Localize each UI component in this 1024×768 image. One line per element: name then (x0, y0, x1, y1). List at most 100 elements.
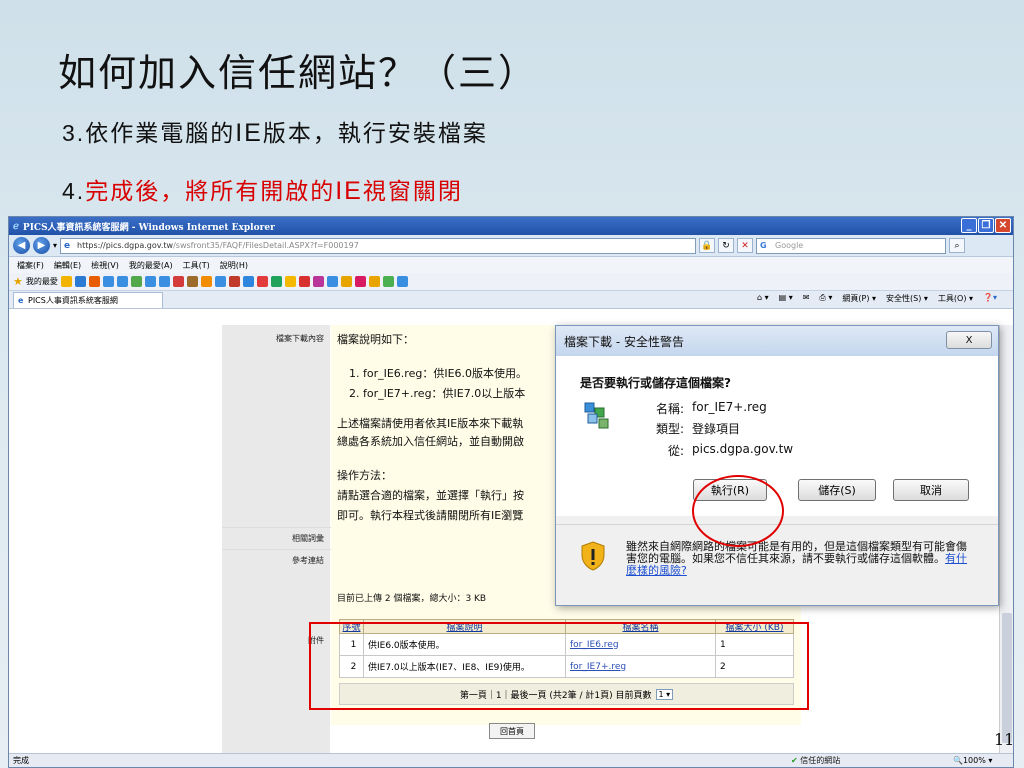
favorite-icon[interactable] (116, 276, 128, 287)
registry-file-icon (584, 402, 609, 429)
stop-icon[interactable]: ✕ (737, 238, 754, 253)
command-tools[interactable]: 工具(O) ▾ (938, 293, 973, 304)
highlight-ellipse (692, 475, 784, 547)
menu-tools[interactable]: 工具(T) (183, 260, 210, 271)
minimize-button[interactable]: _ (961, 218, 977, 233)
url-input[interactable]: https://pics.dgpa.gov.tw/swsfront35/FAQF… (60, 237, 697, 254)
type-label: 類型: (655, 422, 684, 436)
help-icon[interactable]: ❓▾ (983, 293, 997, 304)
status-bar: 完成 信任的網站 🔍100% ▾ (9, 753, 1013, 767)
favorite-icon[interactable] (172, 276, 184, 287)
restore-button[interactable]: ❐ (978, 218, 994, 233)
cancel-button[interactable]: 取消 (893, 479, 969, 501)
upload-summary: 目前已上傳 2 個檔案，總大小：3 KB (337, 594, 487, 604)
search-input[interactable]: Google (756, 237, 947, 254)
menu-favorites[interactable]: 我的最愛(A) (129, 260, 173, 271)
favorite-icon[interactable] (200, 276, 212, 287)
favorite-icon[interactable] (256, 276, 268, 287)
favorite-icon[interactable] (144, 276, 156, 287)
history-dropdown-icon[interactable]: ▾ (53, 241, 57, 250)
window-title: PICS人事資訊系統客服網 - Windows Internet Explore… (22, 222, 275, 233)
window-controls: _ ❐ ✕ (961, 218, 1011, 233)
menu-help[interactable]: 說明(H) (220, 260, 248, 271)
security-zone[interactable]: 信任的網站 (791, 755, 840, 766)
command-safety[interactable]: 安全性(S) ▾ (886, 293, 928, 304)
favorite-icon[interactable] (228, 276, 240, 287)
step-4-text-b: 視窗關閉 (362, 179, 463, 205)
favorite-icon[interactable] (214, 276, 226, 287)
favorite-icon[interactable] (102, 276, 114, 287)
home-icon[interactable]: ⌂ ▾ (757, 293, 769, 304)
menu-view[interactable]: 檢視(V) (91, 260, 119, 271)
favorite-icon[interactable] (298, 276, 310, 287)
favorite-icon[interactable] (354, 276, 366, 287)
zoom-level[interactable]: 🔍100% ▾ (953, 756, 992, 765)
favorite-icon[interactable] (60, 276, 72, 287)
print-icon[interactable]: ⎙ ▾ (819, 293, 832, 304)
favorite-icon[interactable] (130, 276, 142, 287)
feeds-icon[interactable]: ▤ ▾ (779, 293, 793, 304)
ie-logo-icon: ℯ (13, 220, 19, 232)
status-text: 完成 (13, 756, 29, 765)
forward-button[interactable]: ▶ (33, 237, 50, 254)
name-label: 名稱: (655, 402, 684, 416)
menu-bar: 檔案(F) 編輯(E) 檢視(V) 我的最愛(A) 工具(T) 說明(H) (9, 257, 1013, 273)
dialog-question: 是否要執行或儲存這個檔案? (580, 376, 731, 390)
favorite-icon[interactable] (158, 276, 170, 287)
security-warning-dialog: 檔案下載 - 安全性警告 X 是否要執行或儲存這個檔案? 名稱: for_IE7… (555, 325, 999, 606)
window-titlebar: ℯ PICS人事資訊系統客服網 - Windows Internet Explo… (9, 217, 1013, 235)
dialog-footer: 雖然來自網際網路的檔案可能是有用的，但是這個檔案類型有可能會傷害您的電腦。如果您… (556, 524, 998, 604)
zoom-value: 100% (962, 756, 986, 765)
favorite-icon[interactable] (326, 276, 338, 287)
dialog-title: 檔案下載 - 安全性警告 (564, 334, 684, 349)
menu-edit[interactable]: 編輯(E) (54, 260, 81, 271)
desc-paragraph-1: 上述檔案請使用者依其IE版本來下載執 (337, 417, 524, 430)
warning-shield-icon (581, 541, 605, 571)
name-value: for_IE7+.reg (692, 400, 767, 414)
back-button[interactable]: ◀ (13, 237, 30, 254)
desc-heading: 檔案說明如下： (337, 333, 414, 346)
vertical-scrollbar[interactable] (999, 325, 1013, 755)
favorite-icon[interactable] (382, 276, 394, 287)
mail-icon[interactable]: ✉ (803, 293, 810, 304)
lock-icon[interactable]: 🔒 (699, 238, 716, 253)
search-placeholder: Google (775, 241, 804, 250)
from-value: pics.dgpa.gov.tw (692, 442, 794, 456)
favorite-icon[interactable] (396, 276, 408, 287)
command-page[interactable]: 網頁(P) ▾ (842, 293, 876, 304)
menu-file[interactable]: 檔案(F) (17, 260, 44, 271)
label-download: 檔案下載內容 (276, 334, 324, 343)
tab-pics[interactable]: PICS人事資訊系統客服網 (13, 291, 163, 308)
favorite-icon[interactable] (242, 276, 254, 287)
favorite-icon[interactable] (312, 276, 324, 287)
refresh-icon[interactable]: ↻ (718, 238, 735, 253)
search-icon[interactable]: ⌕ (949, 238, 966, 253)
favorite-icon[interactable] (74, 276, 86, 287)
step-3-text-b: 版本，執行安裝檔案 (262, 121, 488, 147)
step-3: 3.依作業電腦的IE版本，執行安裝檔案 (62, 114, 488, 148)
label-reference: 參考連結 (292, 556, 324, 565)
favorites-star-icon[interactable]: ★ (13, 275, 23, 288)
favorites-label[interactable]: 我的最愛 (26, 276, 58, 287)
step-4-text-a: 完成後，將所有開啟的 (85, 179, 336, 205)
method-line-2: 即可。執行本程式後請關閉所有IE瀏覽 (337, 509, 524, 522)
favorite-icon[interactable] (368, 276, 380, 287)
tab-bar: PICS人事資訊系統客服網 ⌂ ▾ ▤ ▾ ✉ ⎙ ▾ 網頁(P) ▾ 安全性(… (9, 291, 1013, 309)
scrollbar-thumb[interactable] (1002, 613, 1012, 743)
favorite-icon[interactable] (340, 276, 352, 287)
slide-title: 如何加入信任網站？（三） (58, 51, 539, 95)
favorite-icon[interactable] (284, 276, 296, 287)
favorite-icon[interactable] (270, 276, 282, 287)
url-path: /swsfront35/FAQF/FilesDetail.ASPX?f=F000… (173, 241, 359, 250)
favorite-icon[interactable] (88, 276, 100, 287)
home-page-button[interactable]: 回首頁 (489, 723, 535, 739)
step-4-ie: IE (335, 177, 363, 205)
warning-text: 雖然來自網際網路的檔案可能是有用的，但是這個檔案類型有可能會傷害您的電腦。如果您… (626, 541, 976, 577)
favorite-icon[interactable] (186, 276, 198, 287)
url-host: https://pics.dgpa.gov.tw (77, 241, 174, 250)
highlight-box (309, 622, 809, 710)
save-button[interactable]: 儲存(S) (798, 479, 876, 501)
dialog-close-button[interactable]: X (946, 331, 992, 349)
method-line-1: 請點選合適的檔案，並選擇「執行」按 (337, 489, 524, 502)
close-window-button[interactable]: ✕ (995, 218, 1011, 233)
